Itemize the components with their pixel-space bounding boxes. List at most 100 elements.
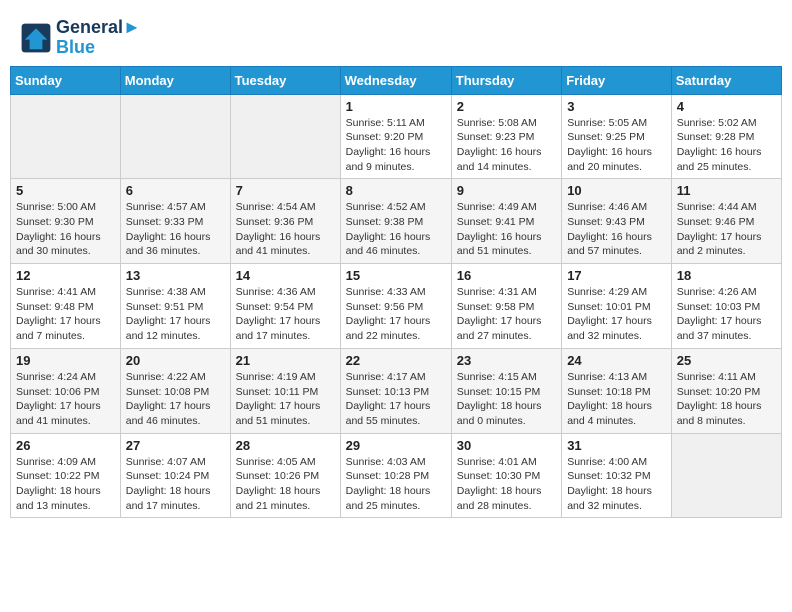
week-row-1: 1 Sunrise: 5:11 AM Sunset: 9:20 PM Daylig… xyxy=(11,94,782,179)
day-info: Sunrise: 5:05 AM Sunset: 9:25 PM Dayligh… xyxy=(567,116,666,175)
calendar-table: SundayMondayTuesdayWednesdayThursdayFrid… xyxy=(10,66,782,519)
calendar-cell: 1 Sunrise: 5:11 AM Sunset: 9:20 PM Daylig… xyxy=(340,94,451,179)
day-header-wednesday: Wednesday xyxy=(340,66,451,94)
day-info: Sunrise: 5:11 AM Sunset: 9:20 PM Dayligh… xyxy=(346,116,446,175)
day-number: 11 xyxy=(677,183,776,198)
calendar-cell: 12 Sunrise: 4:41 AM Sunset: 9:48 PM Dayli… xyxy=(11,264,121,349)
day-info: Sunrise: 4:03 AM Sunset: 10:28 PM Daylig… xyxy=(346,455,446,514)
day-info: Sunrise: 4:22 AM Sunset: 10:08 PM Daylig… xyxy=(126,370,225,429)
calendar-cell: 25Sunrise: 4:11 AM Sunset: 10:20 PM Dayl… xyxy=(671,348,781,433)
day-info: Sunrise: 4:57 AM Sunset: 9:33 PM Dayligh… xyxy=(126,200,225,259)
day-number: 27 xyxy=(126,438,225,453)
day-number: 2 xyxy=(457,99,556,114)
day-info: Sunrise: 4:49 AM Sunset: 9:41 PM Dayligh… xyxy=(457,200,556,259)
day-info: Sunrise: 4:26 AM Sunset: 10:03 PM Daylig… xyxy=(677,285,776,344)
day-info: Sunrise: 4:13 AM Sunset: 10:18 PM Daylig… xyxy=(567,370,666,429)
calendar-cell: 7Sunrise: 4:54 AM Sunset: 9:36 PM Daylig… xyxy=(230,179,340,264)
day-number: 29 xyxy=(346,438,446,453)
day-number: 16 xyxy=(457,268,556,283)
day-number: 18 xyxy=(677,268,776,283)
calendar-cell: 16Sunrise: 4:31 AM Sunset: 9:58 PM Dayli… xyxy=(451,264,561,349)
day-info: Sunrise: 4:01 AM Sunset: 10:30 PM Daylig… xyxy=(457,455,556,514)
calendar-cell: 20Sunrise: 4:22 AM Sunset: 10:08 PM Dayl… xyxy=(120,348,230,433)
day-info: Sunrise: 4:11 AM Sunset: 10:20 PM Daylig… xyxy=(677,370,776,429)
day-number: 9 xyxy=(457,183,556,198)
logo-text: General► Blue xyxy=(56,18,141,58)
day-header-monday: Monday xyxy=(120,66,230,94)
day-info: Sunrise: 4:09 AM Sunset: 10:22 PM Daylig… xyxy=(16,455,115,514)
day-number: 13 xyxy=(126,268,225,283)
day-number: 28 xyxy=(236,438,335,453)
calendar-cell: 5 Sunrise: 5:00 AM Sunset: 9:30 PM Daylig… xyxy=(11,179,121,264)
day-number: 10 xyxy=(567,183,666,198)
calendar-cell xyxy=(230,94,340,179)
calendar-cell: 8Sunrise: 4:52 AM Sunset: 9:38 PM Daylig… xyxy=(340,179,451,264)
calendar-cell: 14 Sunrise: 4:36 AM Sunset: 9:54 PM Dayli… xyxy=(230,264,340,349)
day-info: Sunrise: 4:41 AM Sunset: 9:48 PM Dayligh… xyxy=(16,285,115,344)
day-number: 21 xyxy=(236,353,335,368)
day-info: Sunrise: 4:36 AM Sunset: 9:54 PM Dayligh… xyxy=(236,285,335,344)
day-header-thursday: Thursday xyxy=(451,66,561,94)
days-header-row: SundayMondayTuesdayWednesdayThursdayFrid… xyxy=(11,66,782,94)
calendar-wrap: SundayMondayTuesdayWednesdayThursdayFrid… xyxy=(0,66,792,529)
day-header-friday: Friday xyxy=(562,66,672,94)
calendar-cell: 23Sunrise: 4:15 AM Sunset: 10:15 PM Dayl… xyxy=(451,348,561,433)
day-number: 22 xyxy=(346,353,446,368)
calendar-body: 1 Sunrise: 5:11 AM Sunset: 9:20 PM Daylig… xyxy=(11,94,782,518)
day-info: Sunrise: 4:17 AM Sunset: 10:13 PM Daylig… xyxy=(346,370,446,429)
day-number: 8 xyxy=(346,183,446,198)
day-number: 23 xyxy=(457,353,556,368)
day-info: Sunrise: 4:54 AM Sunset: 9:36 PM Dayligh… xyxy=(236,200,335,259)
day-number: 24 xyxy=(567,353,666,368)
week-row-2: 5 Sunrise: 5:00 AM Sunset: 9:30 PM Daylig… xyxy=(11,179,782,264)
calendar-cell: 21 Sunrise: 4:19 AM Sunset: 10:11 PM Dayl… xyxy=(230,348,340,433)
day-number: 30 xyxy=(457,438,556,453)
day-info: Sunrise: 5:00 AM Sunset: 9:30 PM Dayligh… xyxy=(16,200,115,259)
calendar-cell xyxy=(671,433,781,518)
day-info: Sunrise: 4:33 AM Sunset: 9:56 PM Dayligh… xyxy=(346,285,446,344)
calendar-cell: 13 Sunrise: 4:38 AM Sunset: 9:51 PM Dayli… xyxy=(120,264,230,349)
day-info: Sunrise: 4:29 AM Sunset: 10:01 PM Daylig… xyxy=(567,285,666,344)
calendar-cell: 31 Sunrise: 4:00 AM Sunset: 10:32 PM Dayl… xyxy=(562,433,672,518)
calendar-cell: 15 Sunrise: 4:33 AM Sunset: 9:56 PM Dayli… xyxy=(340,264,451,349)
day-header-tuesday: Tuesday xyxy=(230,66,340,94)
day-number: 12 xyxy=(16,268,115,283)
day-info: Sunrise: 4:44 AM Sunset: 9:46 PM Dayligh… xyxy=(677,200,776,259)
day-header-saturday: Saturday xyxy=(671,66,781,94)
calendar-cell: 22 Sunrise: 4:17 AM Sunset: 10:13 PM Dayl… xyxy=(340,348,451,433)
calendar-cell: 27 Sunrise: 4:07 AM Sunset: 10:24 PM Dayl… xyxy=(120,433,230,518)
day-number: 14 xyxy=(236,268,335,283)
calendar-cell: 26 Sunrise: 4:09 AM Sunset: 10:22 PM Dayl… xyxy=(11,433,121,518)
day-info: Sunrise: 5:08 AM Sunset: 9:23 PM Dayligh… xyxy=(457,116,556,175)
week-row-5: 26 Sunrise: 4:09 AM Sunset: 10:22 PM Dayl… xyxy=(11,433,782,518)
day-info: Sunrise: 4:05 AM Sunset: 10:26 PM Daylig… xyxy=(236,455,335,514)
day-info: Sunrise: 4:24 AM Sunset: 10:06 PM Daylig… xyxy=(16,370,115,429)
day-info: Sunrise: 4:38 AM Sunset: 9:51 PM Dayligh… xyxy=(126,285,225,344)
logo: General► Blue xyxy=(20,18,141,58)
day-header-sunday: Sunday xyxy=(11,66,121,94)
calendar-cell: 10 Sunrise: 4:46 AM Sunset: 9:43 PM Dayli… xyxy=(562,179,672,264)
logo-icon xyxy=(20,22,52,54)
calendar-cell: 18 Sunrise: 4:26 AM Sunset: 10:03 PM Dayl… xyxy=(671,264,781,349)
day-number: 15 xyxy=(346,268,446,283)
calendar-cell: 4Sunrise: 5:02 AM Sunset: 9:28 PM Daylig… xyxy=(671,94,781,179)
calendar-cell: 9 Sunrise: 4:49 AM Sunset: 9:41 PM Daylig… xyxy=(451,179,561,264)
day-info: Sunrise: 4:19 AM Sunset: 10:11 PM Daylig… xyxy=(236,370,335,429)
day-info: Sunrise: 4:46 AM Sunset: 9:43 PM Dayligh… xyxy=(567,200,666,259)
calendar-cell xyxy=(11,94,121,179)
calendar-cell: 6 Sunrise: 4:57 AM Sunset: 9:33 PM Daylig… xyxy=(120,179,230,264)
day-number: 26 xyxy=(16,438,115,453)
week-row-4: 19 Sunrise: 4:24 AM Sunset: 10:06 PM Dayl… xyxy=(11,348,782,433)
day-info: Sunrise: 4:00 AM Sunset: 10:32 PM Daylig… xyxy=(567,455,666,514)
day-number: 6 xyxy=(126,183,225,198)
calendar-cell: 30 Sunrise: 4:01 AM Sunset: 10:30 PM Dayl… xyxy=(451,433,561,518)
calendar-cell: 11 Sunrise: 4:44 AM Sunset: 9:46 PM Dayli… xyxy=(671,179,781,264)
day-info: Sunrise: 4:07 AM Sunset: 10:24 PM Daylig… xyxy=(126,455,225,514)
day-number: 1 xyxy=(346,99,446,114)
calendar-cell: 2 Sunrise: 5:08 AM Sunset: 9:23 PM Daylig… xyxy=(451,94,561,179)
day-number: 31 xyxy=(567,438,666,453)
calendar-cell: 24 Sunrise: 4:13 AM Sunset: 10:18 PM Dayl… xyxy=(562,348,672,433)
calendar-cell: 17Sunrise: 4:29 AM Sunset: 10:01 PM Dayl… xyxy=(562,264,672,349)
day-number: 19 xyxy=(16,353,115,368)
day-number: 5 xyxy=(16,183,115,198)
